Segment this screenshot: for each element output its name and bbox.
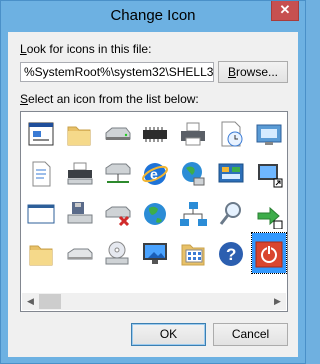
scroll-left-icon[interactable]: ◀ (22, 293, 39, 310)
scroll-right-icon[interactable]: ▶ (269, 293, 286, 310)
title-bar: Change Icon ✕ (1, 1, 305, 32)
disconnected-drive-icon[interactable] (100, 193, 134, 233)
network-drive-icon[interactable] (100, 153, 134, 193)
shutdown-icon[interactable] (251, 232, 287, 274)
folder-grid-icon[interactable] (176, 233, 210, 273)
network-icon[interactable] (176, 193, 210, 233)
cd-drive-icon[interactable] (100, 233, 134, 273)
dialog-title: Change Icon (110, 7, 196, 24)
file-path-input[interactable]: %SystemRoot%\system32\SHELL32 (20, 62, 214, 82)
text-document-icon[interactable] (24, 153, 58, 193)
ok-button[interactable]: OK (131, 323, 206, 346)
memory-chip-icon[interactable] (138, 113, 172, 153)
icon-list-label: Select an icon from the list below: (20, 92, 199, 106)
screen-saver-icon[interactable] (252, 113, 286, 153)
svg-text:?: ? (226, 245, 236, 264)
app-window-icon[interactable] (24, 113, 58, 153)
close-icon: ✕ (279, 2, 291, 17)
drive-icon[interactable] (62, 233, 96, 273)
monitor-icon[interactable] (138, 233, 172, 273)
floppy-drive-icon[interactable] (62, 193, 96, 233)
shortcut-arrow-icon[interactable] (252, 193, 286, 233)
svg-text:e: e (150, 166, 158, 182)
change-icon-dialog: Change Icon ✕ Look for icons in this fil… (0, 0, 306, 364)
file-label: Look for icons in this file: (20, 42, 152, 56)
network-globe-icon[interactable] (176, 153, 210, 193)
blank-window-icon[interactable] (24, 193, 58, 233)
icon-list[interactable]: e ? ◀ ▶ (20, 111, 288, 312)
folder-icon[interactable] (62, 113, 96, 153)
cancel-button[interactable]: Cancel (213, 323, 288, 346)
folder-icon[interactable] (24, 233, 58, 273)
display-icon[interactable] (252, 153, 286, 193)
browse-button[interactable]: Browse... (218, 61, 288, 83)
document-clock-icon[interactable] (214, 113, 248, 153)
dialog-body: Look for icons in this file: %SystemRoot… (8, 32, 298, 357)
printer-icon[interactable] (176, 113, 210, 153)
horizontal-scrollbar[interactable]: ◀ ▶ (22, 293, 286, 310)
printer-drive-icon[interactable] (62, 153, 96, 193)
internet-globe-icon[interactable]: e (138, 153, 172, 193)
drive-icon[interactable] (100, 113, 134, 153)
help-icon[interactable]: ? (214, 233, 248, 273)
control-panel-icon[interactable] (214, 153, 248, 193)
earth-globe-icon[interactable] (138, 193, 172, 233)
close-button[interactable]: ✕ (271, 1, 299, 21)
search-magnifier-icon[interactable] (214, 193, 248, 233)
scrollbar-thumb[interactable] (39, 294, 61, 309)
